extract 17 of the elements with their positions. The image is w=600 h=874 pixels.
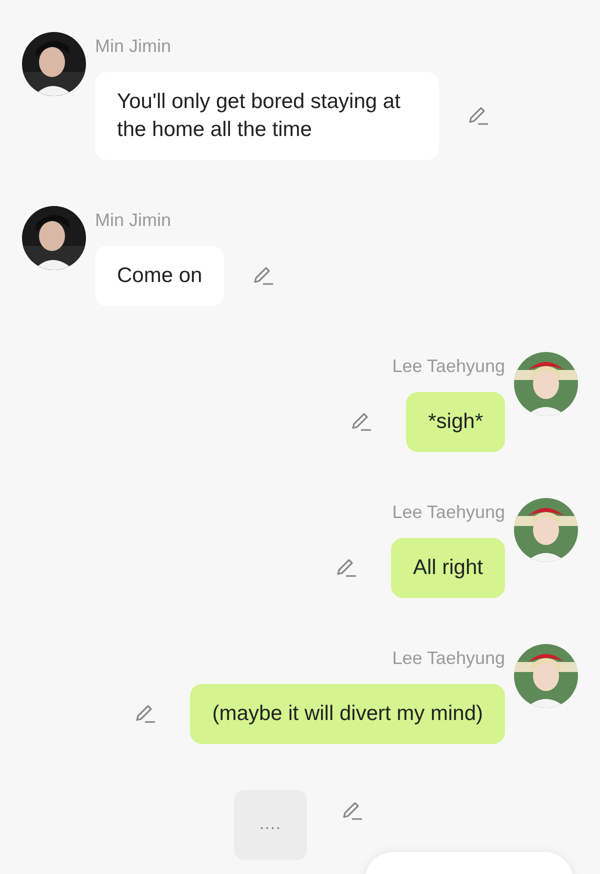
- pencil-icon[interactable]: [341, 800, 363, 822]
- pencil-icon[interactable]: [334, 557, 357, 579]
- pencil-icon[interactable]: [252, 265, 274, 287]
- sender-name: Lee Taehyung: [392, 502, 505, 522]
- pencil-icon[interactable]: [350, 411, 372, 433]
- message-bubble: You'll only get bored staying at the home all the time: [95, 72, 439, 160]
- sender-name: Lee Taehyung: [392, 648, 505, 668]
- sender-name: Lee Taehyung: [392, 356, 505, 376]
- typing-indicator: ....: [234, 790, 307, 860]
- sender-name: Min Jimin: [95, 36, 172, 56]
- message-bubble: Come on: [95, 246, 224, 306]
- sender-name: Min Jimin: [95, 210, 172, 230]
- pencil-icon[interactable]: [134, 703, 156, 725]
- message-bubble: *sigh*: [406, 392, 505, 452]
- message-bubble: All right: [390, 538, 505, 598]
- message-bubble: (maybe it will divert my mind): [190, 684, 505, 744]
- pencil-icon[interactable]: [467, 105, 489, 127]
